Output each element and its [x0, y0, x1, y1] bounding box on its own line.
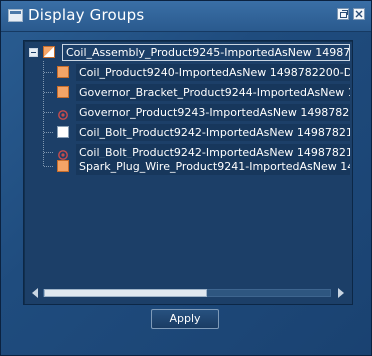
tree-item[interactable]: Governor_Bracket_Product9244-ImportedAsN… — [54, 84, 350, 101]
tree-item-label: Spark_Plug_Wire_Product9241-ImportedAsNe… — [76, 158, 350, 175]
scrollbar-thumb[interactable] — [44, 289, 207, 297]
tree-connector — [44, 152, 53, 154]
tree-root-item[interactable]: Coil_Assembly_Product9245-ImportedAsNew … — [24, 44, 350, 61]
partial-checkbox-icon[interactable] — [43, 46, 55, 58]
tree-connector — [44, 92, 53, 94]
tree-item[interactable]: Spark_Plug_Wire_Product9241-ImportedAsNe… — [54, 158, 350, 175]
scroll-left-icon[interactable] — [32, 288, 38, 298]
tree-connector — [44, 112, 53, 114]
apply-button[interactable]: Apply — [151, 309, 219, 329]
scroll-right-icon[interactable] — [338, 288, 344, 298]
display-groups-panel: Coil_Assembly_Product9245-ImportedAsNew … — [23, 40, 353, 305]
checked-checkbox-icon[interactable] — [57, 86, 69, 98]
unchecked-checkbox-icon[interactable] — [57, 126, 69, 138]
checked-checkbox-icon[interactable] — [57, 66, 69, 78]
tree-item[interactable]: Coil_Bolt_Product9242-ImportedAsNew 1498… — [54, 124, 350, 141]
tree-item-label: Governor_Product9243-ImportedAsNew 14987… — [76, 104, 350, 121]
tree-item-label: Governor_Bracket_Product9244-ImportedAsN… — [76, 84, 350, 101]
radio-icon[interactable] — [57, 146, 69, 160]
tree-item-label: Coil_Bolt_Product9242-ImportedAsNew 1498… — [76, 124, 350, 141]
tree-connector — [44, 132, 53, 134]
window-icon — [8, 9, 23, 22]
tree-connector — [44, 72, 53, 74]
tree-item[interactable]: Governor_Product9243-ImportedAsNew 14987… — [54, 104, 350, 121]
display-groups-window: Display Groups Coil_Assembly_Product9245… — [0, 0, 372, 356]
title-bar[interactable]: Display Groups — [1, 1, 371, 32]
restore-icon[interactable] — [337, 8, 349, 20]
window-title: Display Groups — [28, 6, 145, 24]
tree-connector — [44, 166, 53, 168]
horizontal-scrollbar[interactable] — [32, 287, 344, 299]
tree-item-label: Coil_Product9240-ImportedAsNew 149878220… — [76, 64, 350, 81]
checked-checkbox-icon[interactable] — [57, 160, 69, 172]
collapse-icon[interactable] — [29, 48, 38, 57]
tree-root-label: Coil_Assembly_Product9245-ImportedAsNew … — [62, 44, 350, 61]
scrollbar-track[interactable] — [43, 289, 331, 297]
radio-icon[interactable] — [57, 106, 69, 120]
tree-item[interactable]: Coil_Product9240-ImportedAsNew 149878220… — [54, 64, 350, 81]
close-icon[interactable] — [353, 8, 365, 20]
display-groups-tree: Coil_Assembly_Product9245-ImportedAsNew … — [24, 41, 350, 283]
